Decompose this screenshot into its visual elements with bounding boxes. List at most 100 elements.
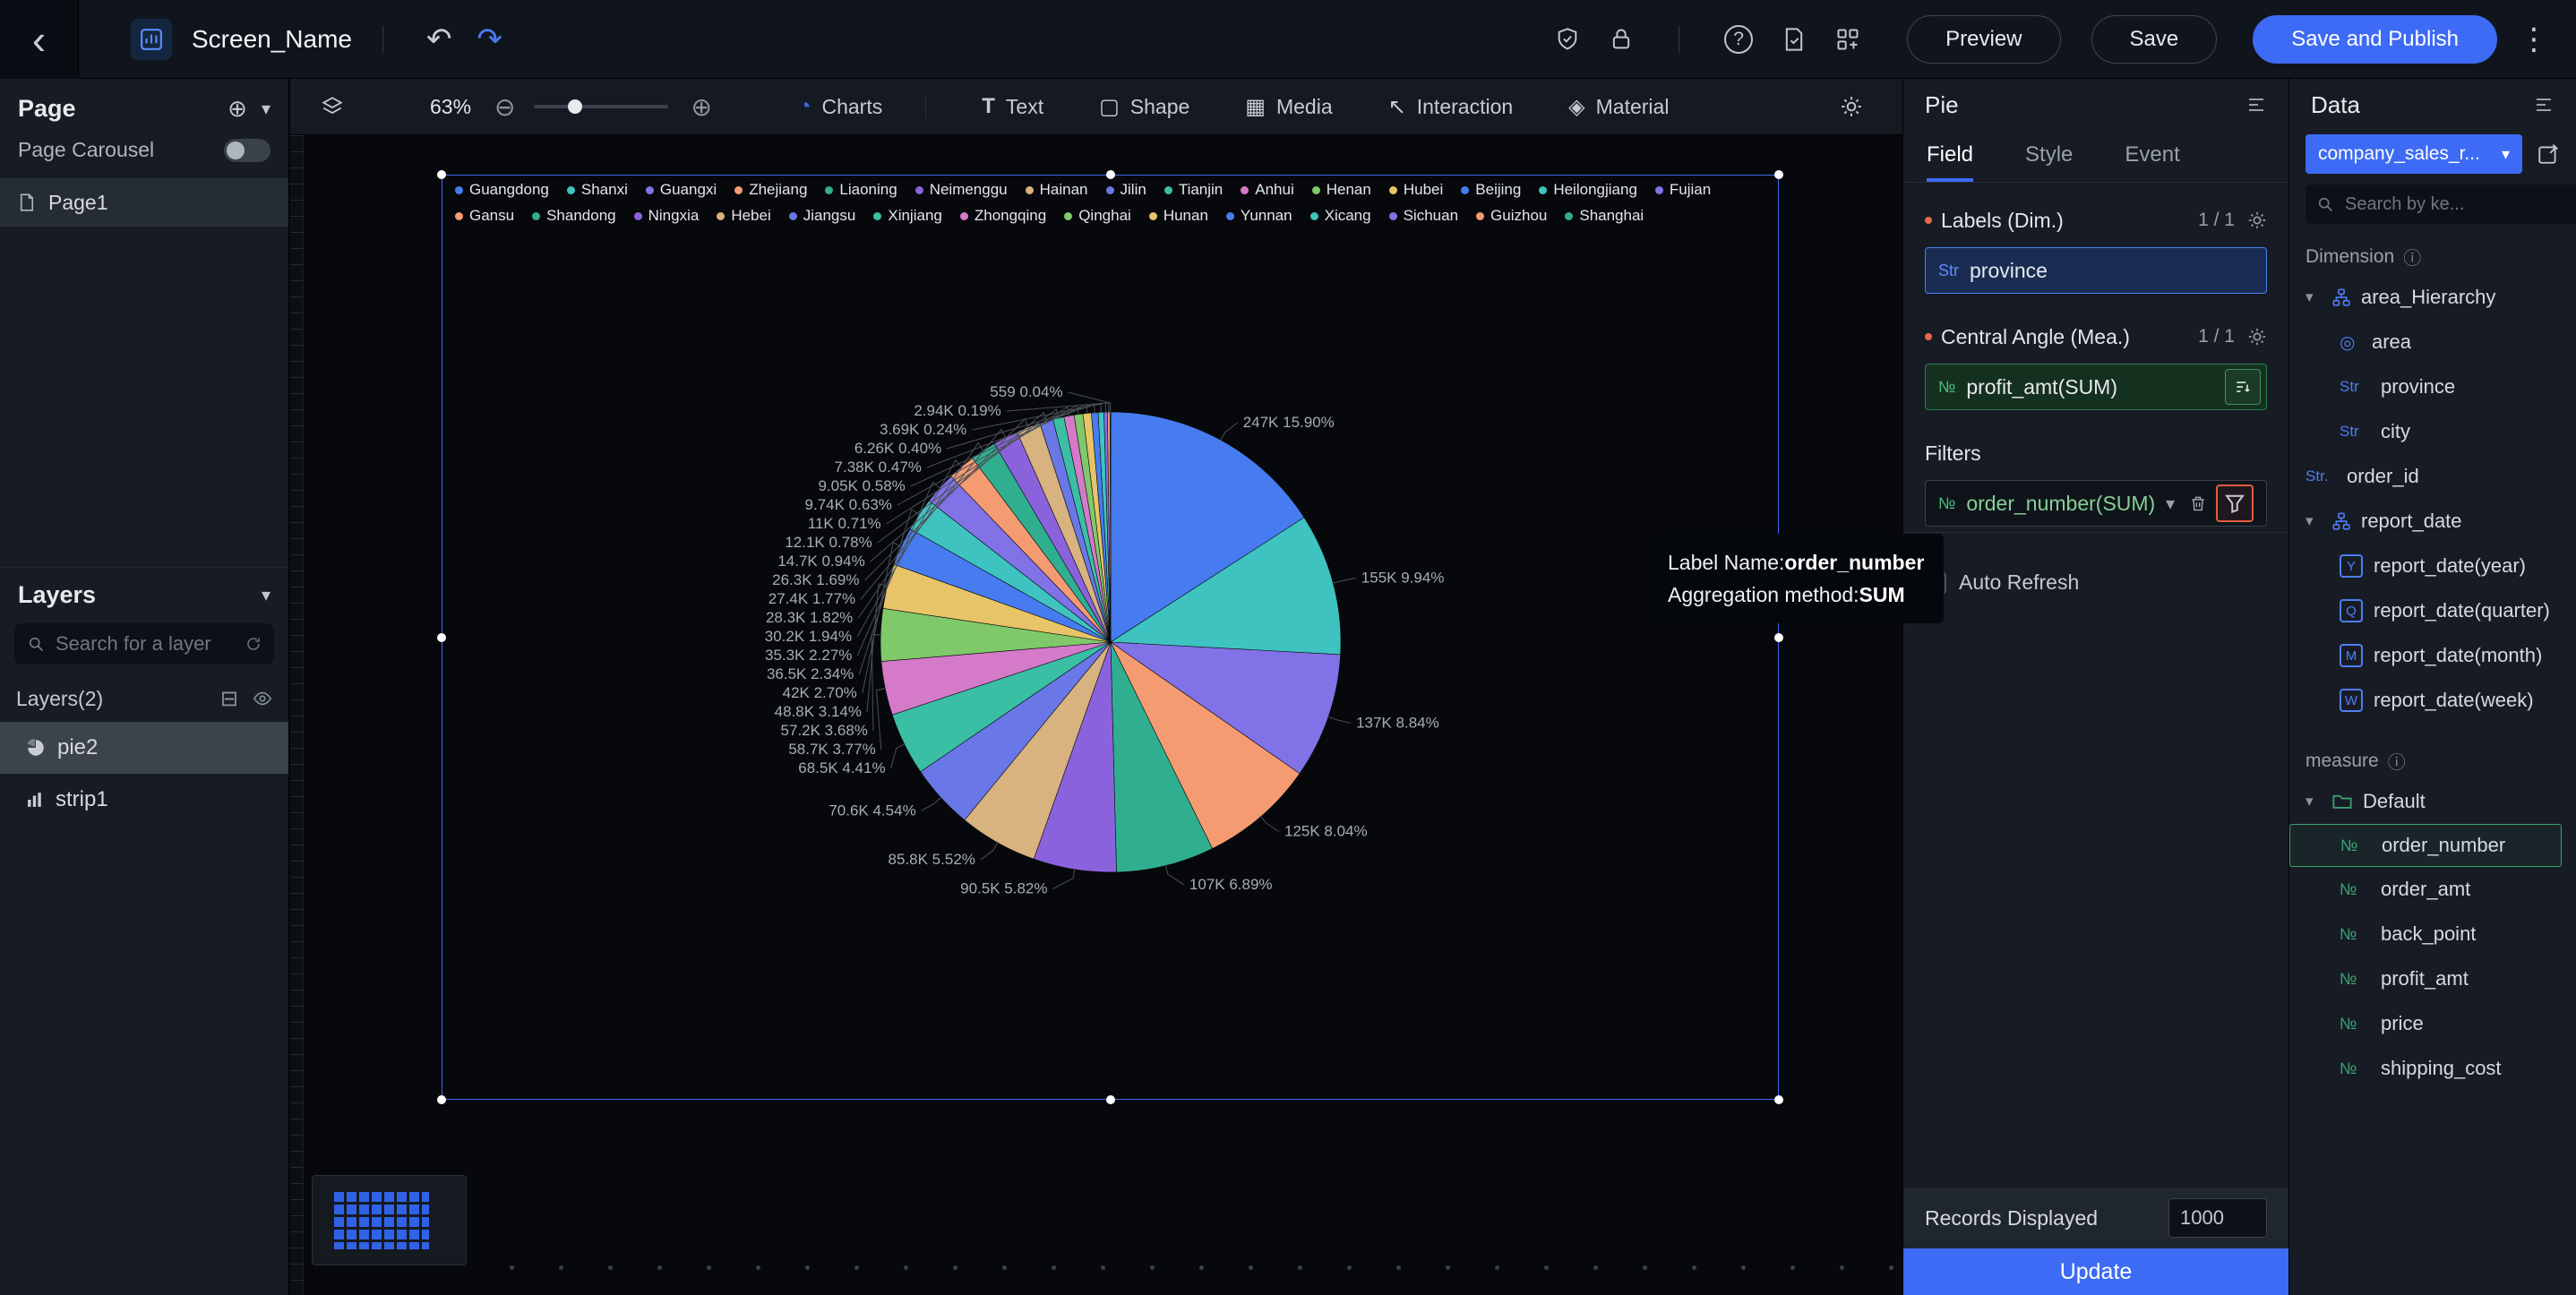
layers-panel-icon[interactable] xyxy=(321,95,344,118)
page-item[interactable]: Page1 xyxy=(0,178,288,227)
more-menu-icon[interactable]: ⋮ xyxy=(2519,21,2549,57)
legend-item-Liaoning[interactable]: Liaoning xyxy=(825,181,897,199)
selection-handle[interactable] xyxy=(1774,170,1783,179)
canvas[interactable]: 559 0.04%2.94K 0.19%3.69K 0.24%6.26K 0.4… xyxy=(290,135,1902,1295)
legend-item-Guizhou[interactable]: Guizhou xyxy=(1476,207,1547,225)
labels-gear-icon[interactable] xyxy=(2247,210,2267,230)
update-button[interactable]: Update xyxy=(1903,1248,2288,1295)
page-collapse-icon[interactable]: ▾ xyxy=(262,98,270,120)
export-group-icon[interactable] xyxy=(1835,27,1860,52)
field-search-input[interactable] xyxy=(2343,193,2576,216)
zoom-in-icon[interactable]: ⊕ xyxy=(691,92,712,122)
tab-event[interactable]: Event xyxy=(2125,142,2179,182)
selection-handle[interactable] xyxy=(1774,1095,1783,1104)
menu-charts[interactable]: ◔ Charts xyxy=(798,94,882,119)
sort-order-button[interactable] xyxy=(2225,369,2261,405)
redo-icon[interactable]: ↷ xyxy=(477,21,502,57)
legend-item-Xinjiang[interactable]: Xinjiang xyxy=(873,207,942,225)
legend-item-Qinghai[interactable]: Qinghai xyxy=(1064,207,1131,225)
selection-handle[interactable] xyxy=(437,633,446,642)
legend-item-Zhejiang[interactable]: Zhejiang xyxy=(734,181,807,199)
legend-item-Hebei[interactable]: Hebei xyxy=(717,207,770,225)
edit-dataset-icon[interactable] xyxy=(2537,142,2560,166)
legend-item-Guangdong[interactable]: Guangdong xyxy=(455,181,549,199)
filter-field-chip[interactable]: № order_number(SUM) ▾ xyxy=(1925,480,2267,527)
filter-funnel-button[interactable] xyxy=(2216,485,2254,522)
tree-caret-icon[interactable]: ▾ xyxy=(2306,288,2322,306)
legend-item-Hunan[interactable]: Hunan xyxy=(1149,207,1208,225)
shield-check-icon[interactable] xyxy=(1555,27,1580,52)
layer-item-pie2[interactable]: pie2 xyxy=(0,722,288,774)
dimension-item-area[interactable]: ◎area xyxy=(2289,320,2576,364)
layer-item-strip1[interactable]: strip1 xyxy=(0,774,288,826)
minimap[interactable] xyxy=(312,1175,467,1265)
measure-folder-Default[interactable]: ▾Default xyxy=(2289,779,2576,824)
selection-handle[interactable] xyxy=(1106,1095,1115,1104)
menu-material[interactable]: ◈ Material xyxy=(1568,94,1669,120)
menu-text[interactable]: T Text xyxy=(982,94,1043,119)
legend-item-Zhongqing[interactable]: Zhongqing xyxy=(960,207,1046,225)
menu-media[interactable]: ▦ Media xyxy=(1245,94,1332,120)
add-page-icon[interactable]: ⊕ xyxy=(228,95,247,123)
save-publish-button[interactable]: Save and Publish xyxy=(2253,15,2497,64)
records-input[interactable] xyxy=(2168,1198,2267,1238)
legend-item-Tianjin[interactable]: Tianjin xyxy=(1164,181,1223,199)
legend-item-Hainan[interactable]: Hainan xyxy=(1026,181,1088,199)
lock-icon[interactable] xyxy=(1609,27,1634,52)
legend-item-Sichuan[interactable]: Sichuan xyxy=(1389,207,1458,225)
selection-handle[interactable] xyxy=(437,1095,446,1104)
legend-item-Shanghai[interactable]: Shanghai xyxy=(1565,207,1644,225)
dimension-item-city[interactable]: Strcity xyxy=(2289,409,2576,454)
dimension-item-report_date(week)[interactable]: Wreport_date(week) xyxy=(2289,678,2576,723)
legend-item-Heilongjiang[interactable]: Heilongjiang xyxy=(1539,181,1637,199)
dimension-item-order_id[interactable]: Str.order_id xyxy=(2289,454,2576,499)
angle-field-chip[interactable]: № profit_amt(SUM) xyxy=(1925,364,2267,410)
canvas-settings-gear-icon[interactable] xyxy=(1840,95,1863,118)
measure-item-profit_amt[interactable]: №profit_amt xyxy=(2289,956,2576,1001)
selection-handle[interactable] xyxy=(1774,633,1783,642)
angle-gear-icon[interactable] xyxy=(2247,327,2267,347)
zoom-out-icon[interactable]: ⊖ xyxy=(494,92,515,122)
dimension-item-report_date(quarter)[interactable]: Qreport_date(quarter) xyxy=(2289,588,2576,633)
tree-caret-icon[interactable]: ▾ xyxy=(2306,793,2322,810)
layer-search-input[interactable] xyxy=(54,631,236,656)
legend-item-Neimenggu[interactable]: Neimenggu xyxy=(915,181,1008,199)
zoom-slider-knob[interactable] xyxy=(568,99,582,114)
chart-artboard[interactable]: 559 0.04%2.94K 0.19%3.69K 0.24%6.26K 0.4… xyxy=(442,175,1779,1100)
back-button[interactable]: ‹ xyxy=(0,0,79,79)
legend-item-Fujian[interactable]: Fujian xyxy=(1655,181,1711,199)
selection-handle[interactable] xyxy=(437,170,446,179)
legend-item-Anhui[interactable]: Anhui xyxy=(1241,181,1293,199)
legend-item-Ningxia[interactable]: Ningxia xyxy=(634,207,700,225)
panel-collapse-icon[interactable] xyxy=(2533,94,2555,116)
tab-style[interactable]: Style xyxy=(2025,142,2073,182)
selection-handle[interactable] xyxy=(1106,170,1115,179)
tab-field[interactable]: Field xyxy=(1927,142,1973,182)
measure-item-back_point[interactable]: №back_point xyxy=(2289,912,2576,956)
undo-icon[interactable]: ↶ xyxy=(426,21,452,57)
dimension-item-report_date(year)[interactable]: Yreport_date(year) xyxy=(2289,544,2576,588)
eye-icon[interactable] xyxy=(253,689,272,708)
dimension-item-report_date[interactable]: ▾report_date xyxy=(2289,499,2576,544)
measure-item-order_number[interactable]: №order_number xyxy=(2289,824,2562,867)
panel-collapse-icon[interactable] xyxy=(2245,94,2267,116)
legend-item-Beijing[interactable]: Beijing xyxy=(1461,181,1521,199)
zoom-slider[interactable] xyxy=(534,105,668,108)
legend-item-Guangxi[interactable]: Guangxi xyxy=(646,181,717,199)
dimension-item-report_date(month)[interactable]: Mreport_date(month) xyxy=(2289,633,2576,678)
collapse-all-icon[interactable]: ⊟ xyxy=(220,686,238,712)
help-icon[interactable]: ? xyxy=(1724,25,1753,54)
legend-item-Jilin[interactable]: Jilin xyxy=(1106,181,1146,199)
preview-button[interactable]: Preview xyxy=(1907,15,2060,64)
menu-interaction[interactable]: ↖ Interaction xyxy=(1388,94,1514,120)
legend-item-Shandong[interactable]: Shandong xyxy=(532,207,616,225)
measure-item-price[interactable]: №price xyxy=(2289,1001,2576,1046)
page-carousel-toggle[interactable] xyxy=(224,139,270,162)
legend-item-Jiangsu[interactable]: Jiangsu xyxy=(789,207,856,225)
refresh-icon[interactable] xyxy=(245,636,262,652)
labels-field-chip[interactable]: Str province xyxy=(1925,247,2267,294)
dataset-select[interactable]: company_sales_r... ▾ xyxy=(2306,134,2522,174)
dimension-item-province[interactable]: Strprovince xyxy=(2289,364,2576,409)
measure-item-order_amt[interactable]: №order_amt xyxy=(2289,867,2576,912)
save-button[interactable]: Save xyxy=(2091,15,2218,64)
